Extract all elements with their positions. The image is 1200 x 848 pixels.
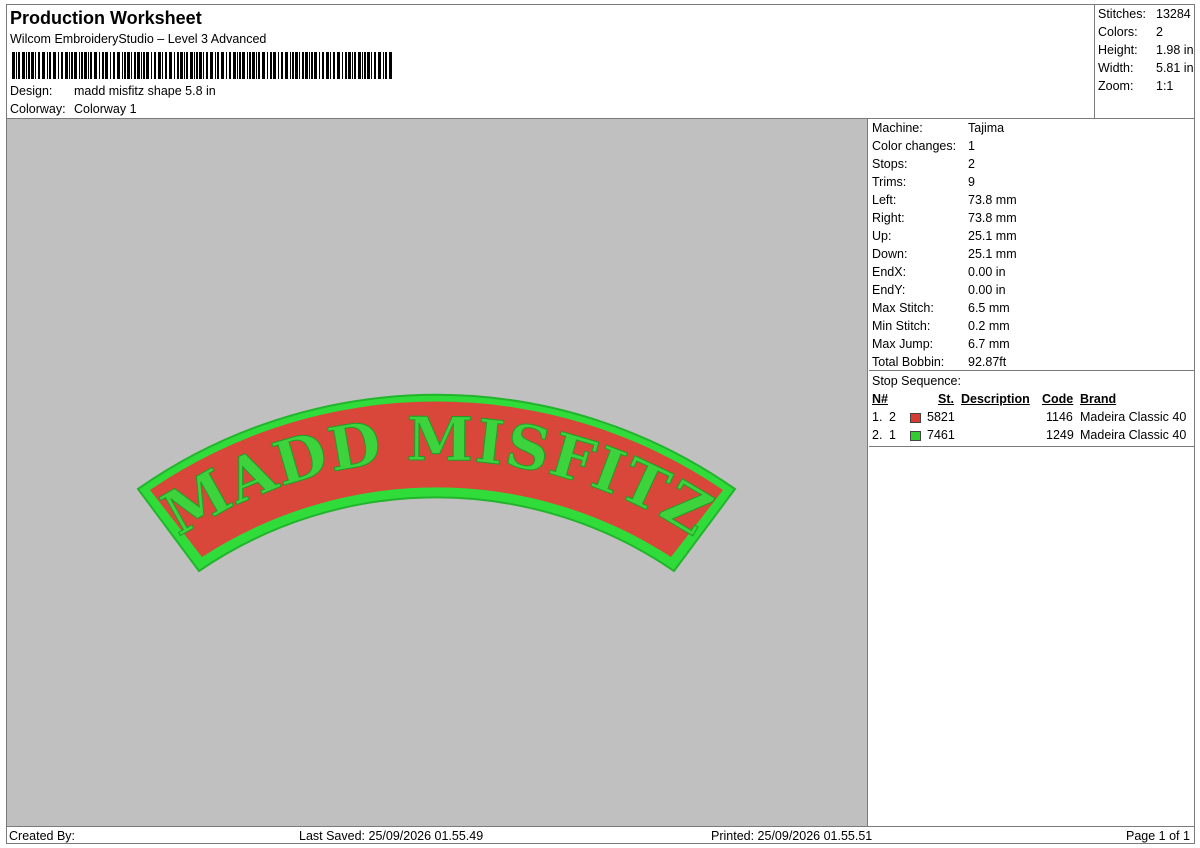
info-value: 25.1 mm	[968, 229, 1017, 243]
worksheet-header: Production Worksheet Wilcom EmbroiderySt…	[7, 5, 1094, 118]
machine-info-row: Right: 73.8 mm	[872, 211, 1017, 229]
colorway-value: Colorway 1	[74, 102, 137, 116]
machine-info-row: EndY: 0.00 in	[872, 283, 1006, 301]
thread-color-swatch	[910, 431, 921, 441]
summary-label: Height:	[1098, 43, 1138, 57]
info-label: Total Bobbin:	[872, 355, 945, 369]
summary-value: 2	[1156, 25, 1163, 39]
info-label: Up:	[872, 229, 892, 243]
stop-number: 1	[889, 428, 896, 442]
summary-value: 1:1	[1156, 79, 1174, 93]
machine-info-row: Stops: 2	[872, 157, 975, 175]
thread-color-swatch	[910, 413, 921, 423]
info-value: 0.00 in	[968, 265, 1006, 279]
column-header-code: Code	[1042, 392, 1074, 406]
info-value: 1	[968, 139, 975, 153]
stitch-count: 7461	[927, 428, 955, 442]
summary-row: Height: 1.98 in	[1098, 43, 1194, 61]
info-label: Min Stitch:	[872, 319, 931, 333]
created-by: Created By:	[9, 829, 76, 843]
machine-info-row: Color changes: 1	[872, 139, 975, 157]
info-label: Stops:	[872, 157, 908, 171]
machine-info-row: Down: 25.1 mm	[872, 247, 1017, 265]
info-label: Right:	[872, 211, 905, 225]
summary-panel: Stitches: 13284 Colors: 2 Height: 1.98 in W…	[1094, 5, 1195, 118]
stop-sequence-title: Stop Sequence:	[872, 374, 961, 388]
summary-label: Colors:	[1098, 25, 1138, 39]
info-value: 73.8 mm	[968, 193, 1017, 207]
summary-label: Width:	[1098, 61, 1134, 75]
embroidery-design-image: MADD MISFITZ	[136, 393, 737, 573]
machine-info-row: Total Bobbin: 92.87ft	[872, 355, 1006, 373]
details-panel: Stop Sequence: N# St. Description Code B…	[869, 119, 1194, 826]
info-label: Trims:	[872, 175, 907, 189]
summary-label: Stitches:	[1098, 7, 1146, 21]
stitch-count: 5821	[927, 410, 955, 424]
info-value: 25.1 mm	[968, 247, 1017, 261]
design-value: madd misfitz shape 5.8 in	[74, 84, 216, 98]
summary-row: Colors: 2	[1098, 25, 1163, 43]
info-value: 0.2 mm	[968, 319, 1010, 333]
info-value: 73.8 mm	[968, 211, 1017, 225]
stop-row: 2. 1 7461 1249 Madeira Classic 40	[869, 428, 1194, 446]
machine-info-row: Up: 25.1 mm	[872, 229, 1017, 247]
info-label: EndX:	[872, 265, 907, 279]
summary-row: Stitches: 13284	[1098, 7, 1191, 25]
info-value: 6.5 mm	[968, 301, 1010, 315]
info-label: Left:	[872, 193, 897, 207]
summary-value: 13284	[1156, 7, 1191, 21]
section-divider	[869, 446, 1194, 447]
design-preview: MADD MISFITZ	[7, 119, 868, 826]
info-value: 2	[968, 157, 975, 171]
thread-brand: Madeira Classic 40	[1080, 428, 1187, 442]
machine-info-row: Min Stitch: 0.2 mm	[872, 319, 1010, 337]
info-label: Max Jump:	[872, 337, 934, 351]
software-name: Wilcom EmbroideryStudio – Level 3 Advanc…	[10, 32, 267, 46]
info-value: 0.00 in	[968, 283, 1006, 297]
info-value: 9	[968, 175, 975, 189]
stop-index: 2.	[872, 428, 883, 442]
summary-value: 5.81 in	[1156, 61, 1194, 75]
last-saved: Last Saved: 25/09/2026 01.55.49	[299, 829, 484, 843]
worksheet-footer: Created By: Last Saved: 25/09/2026 01.55…	[7, 826, 1194, 844]
info-label: Down:	[872, 247, 908, 261]
page-number: Page 1 of 1	[1126, 829, 1190, 843]
arc-patch: MADD MISFITZ	[136, 393, 737, 573]
machine-info-row: Max Jump: 6.7 mm	[872, 337, 1010, 355]
printed-date: Printed: 25/09/2026 01.55.51	[711, 829, 873, 843]
summary-label: Zoom:	[1098, 79, 1134, 93]
summary-value: 1.98 in	[1156, 43, 1194, 57]
barcode-image	[12, 52, 392, 79]
stop-row: 1. 2 5821 1146 Madeira Classic 40	[869, 410, 1194, 428]
info-label: Machine:	[872, 121, 923, 135]
machine-info-row: EndX: 0.00 in	[872, 265, 1006, 283]
info-label: Max Stitch:	[872, 301, 934, 315]
thread-code: 1146	[1046, 410, 1073, 424]
summary-row: Zoom: 1:1	[1098, 79, 1173, 97]
summary-row: Width: 5.81 in	[1098, 61, 1194, 79]
info-label: EndY:	[872, 283, 906, 297]
page-title: Production Worksheet	[10, 8, 202, 28]
thread-brand: Madeira Classic 40	[1080, 410, 1187, 424]
info-value: Tajima	[968, 121, 1005, 135]
column-header-n: N#	[872, 392, 888, 406]
machine-info-row: Left: 73.8 mm	[872, 193, 1017, 211]
colorway-row: Colorway: Colorway 1	[10, 102, 137, 116]
design-row: Design: madd misfitz shape 5.8 in	[10, 84, 216, 98]
machine-info-row: Trims: 9	[872, 175, 975, 193]
column-header-description: Description	[961, 392, 1030, 406]
column-header-brand: Brand	[1080, 392, 1117, 406]
info-label: Color changes:	[872, 139, 957, 153]
thread-code: 1249	[1046, 428, 1074, 442]
worksheet-frame: Production Worksheet Wilcom EmbroiderySt…	[6, 4, 1195, 844]
machine-info-row: Max Stitch: 6.5 mm	[872, 301, 1010, 319]
info-value: 92.87ft	[968, 355, 1007, 369]
stop-number: 2	[889, 410, 896, 424]
colorway-label: Colorway:	[10, 102, 66, 116]
design-label: Design:	[10, 84, 53, 98]
stop-index: 1.	[872, 410, 883, 424]
info-value: 6.7 mm	[968, 337, 1010, 351]
machine-info-row: Machine: Tajima	[872, 121, 1004, 139]
column-header-st: St.	[938, 392, 954, 406]
